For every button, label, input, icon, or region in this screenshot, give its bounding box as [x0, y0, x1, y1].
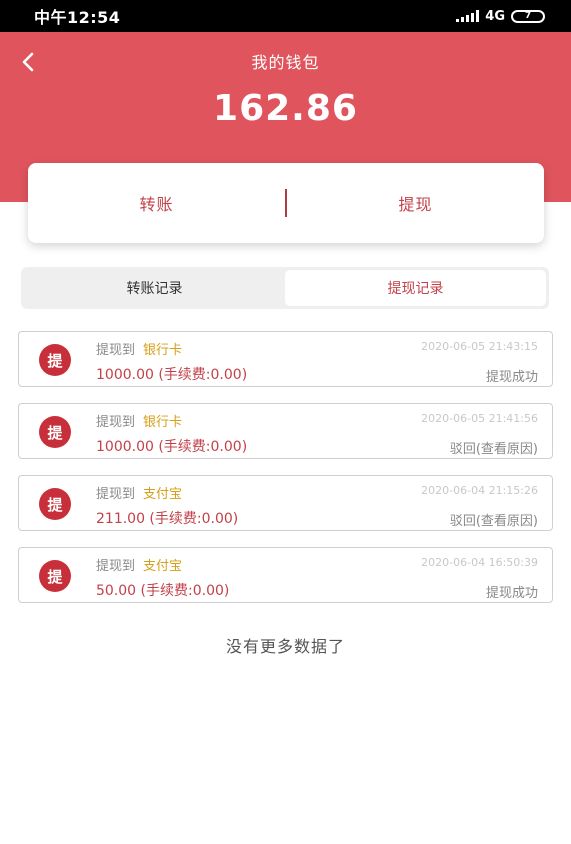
record-time: 2020-06-04 21:15:26 [421, 484, 538, 497]
record-amount: 1000.00 (手续费:0.00) [96, 439, 248, 455]
record-target: 银行卡 [143, 415, 183, 430]
record-item[interactable]: 提 提现到 支付宝 2020-06-04 21:15:26 211.00 (手续费… [18, 475, 553, 531]
withdraw-icon: 提 [39, 416, 71, 448]
record-target: 银行卡 [143, 343, 183, 358]
record-amount: 1000.00 (手续费:0.00) [96, 367, 248, 383]
network-type: 4G [485, 8, 505, 24]
record-status: 提现成功 [485, 586, 538, 601]
record-prefix: 提现到 [96, 343, 136, 358]
record-status-rejected-link[interactable]: 驳回(查看原因) [450, 438, 538, 457]
record-item[interactable]: 提 提现到 支付宝 2020-06-04 16:50:39 50.00 (手续费:… [18, 547, 553, 603]
record-time: 2020-06-05 21:43:15 [421, 340, 538, 353]
withdraw-button[interactable]: 提现 [287, 163, 544, 243]
status-time: 中午12:54 [34, 8, 121, 27]
tab-withdraw-records[interactable]: 提现记录 [285, 270, 546, 306]
record-destination: 提现到 支付宝 [96, 483, 182, 502]
page-title: 我的钱包 [251, 53, 320, 72]
wallet-actions-card: 转账 提现 [28, 163, 544, 243]
battery-level: 7 [524, 10, 532, 21]
withdraw-icon: 提 [39, 560, 71, 592]
record-time: 2020-06-04 16:50:39 [421, 556, 538, 569]
signal-icon [456, 10, 480, 22]
record-amount: 211.00 (手续费:0.00) [96, 511, 239, 527]
record-item[interactable]: 提 提现到 银行卡 2020-06-05 21:41:56 1000.00 (手续… [18, 403, 553, 459]
status-indicators: 4G 7 [456, 9, 545, 24]
record-destination: 提现到 银行卡 [96, 339, 182, 358]
withdraw-icon: 提 [39, 488, 71, 520]
record-time: 2020-06-05 21:41:56 [421, 412, 538, 425]
record-prefix: 提现到 [96, 487, 136, 502]
record-tabs: 转账记录 提现记录 [21, 267, 549, 309]
wallet-balance: 162.86 [213, 88, 358, 129]
withdraw-record-list: 提 提现到 银行卡 2020-06-05 21:43:15 1000.00 (手续… [18, 331, 553, 619]
record-destination: 提现到 支付宝 [96, 555, 182, 574]
record-target: 支付宝 [143, 487, 183, 502]
status-bar: 中午12:54 4G 7 [0, 0, 571, 32]
transfer-button[interactable]: 转账 [28, 163, 285, 243]
no-more-data-text: 没有更多数据了 [225, 637, 345, 656]
record-amount: 50.00 (手续费:0.00) [96, 583, 230, 599]
tab-transfer-records[interactable]: 转账记录 [24, 270, 285, 306]
record-prefix: 提现到 [96, 415, 136, 430]
record-item[interactable]: 提 提现到 银行卡 2020-06-05 21:43:15 1000.00 (手续… [18, 331, 553, 387]
record-prefix: 提现到 [96, 559, 136, 574]
battery-icon: 7 [511, 9, 545, 23]
withdraw-icon: 提 [39, 344, 71, 376]
record-status-rejected-link[interactable]: 驳回(查看原因) [450, 510, 538, 529]
record-destination: 提现到 银行卡 [96, 411, 182, 430]
record-status: 提现成功 [485, 370, 538, 385]
record-target: 支付宝 [143, 559, 183, 574]
